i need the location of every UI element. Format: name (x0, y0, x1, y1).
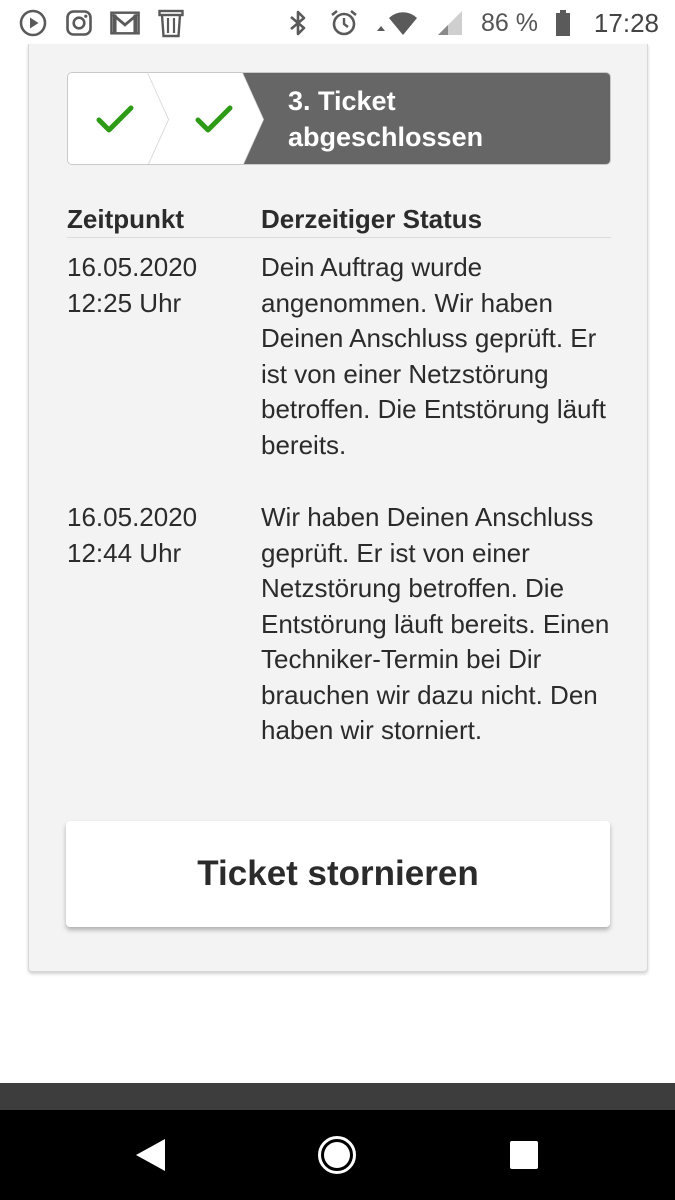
cancel-ticket-button[interactable]: Ticket stornieren (66, 821, 610, 927)
row-timestamp: 16.05.2020 12:25 Uhr (67, 250, 247, 321)
ticket-card: 3. Ticket abgeschlossen Zeitpunkt Derzei… (28, 44, 648, 972)
play-icon (18, 8, 48, 38)
status-table-header: Zeitpunkt Derzeitiger Status (67, 200, 611, 238)
clock: 17:28 (593, 7, 659, 38)
battery-icon (554, 8, 572, 38)
status-bar-system: 86 % 17:28 (283, 8, 659, 39)
status-bar-notifications (18, 8, 186, 38)
row-time: 12:25 Uhr (67, 287, 182, 318)
alarm-icon (329, 8, 359, 38)
progress-stepper: 3. Ticket abgeschlossen (67, 72, 611, 165)
row-time: 12:44 Uhr (67, 537, 182, 568)
android-nav-bar (0, 1110, 675, 1200)
battery-percent: 86 % (480, 8, 538, 37)
recent-apps-icon[interactable] (504, 1135, 544, 1175)
row-date: 16.05.2020 (67, 502, 198, 532)
row-status-text: Dein Auftrag wurde angenommen. Wir haben… (261, 252, 606, 460)
home-icon[interactable] (317, 1135, 357, 1175)
step-2-check-icon (194, 103, 234, 137)
step-1-check-icon (95, 103, 135, 137)
gmail-icon (110, 8, 140, 38)
row-date: 16.05.2020 (67, 252, 198, 282)
bottom-toolbar-strip (0, 1083, 675, 1110)
wifi-icon (375, 8, 419, 38)
row-status-text: Wir haben Deinen Anschluss geprüft. Er i… (261, 502, 610, 745)
row-timestamp: 16.05.2020 12:44 Uhr (67, 500, 247, 571)
step-3-subtitle: abgeschlossen (288, 122, 484, 152)
trash-icon (156, 8, 186, 38)
column-header-time: Zeitpunkt (67, 204, 184, 234)
step-3-label: 3. Ticket abgeschlossen (288, 83, 588, 155)
status-bar: 86 % 17:28 (0, 0, 675, 46)
column-header-status: Derzeitiger Status (261, 204, 483, 234)
back-icon[interactable] (130, 1135, 170, 1175)
signal-icon (435, 8, 465, 38)
instagram-icon (64, 8, 94, 38)
bluetooth-icon (283, 8, 313, 38)
step-3-title: 3. Ticket (288, 86, 396, 116)
